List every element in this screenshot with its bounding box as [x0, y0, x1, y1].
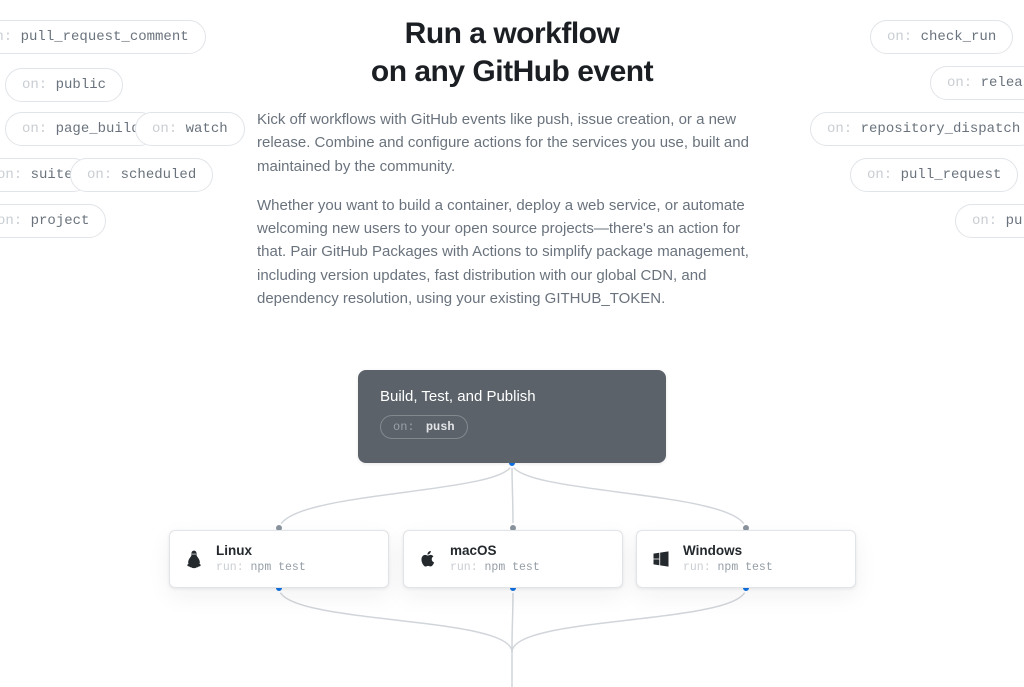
event-pill-kw: on:	[947, 75, 981, 91]
event-pill-label: check_run	[921, 29, 997, 45]
hero-heading: Run a workflow on any GitHub event	[257, 15, 767, 90]
event-pill-repository_dispatch: on: repository_dispatch	[810, 112, 1024, 146]
event-pill-release: on: release	[930, 66, 1024, 100]
workflow-job-windows: Windows run: npm test	[636, 530, 856, 588]
event-pill-kw: on:	[22, 77, 56, 93]
event-pill-kw: on:	[887, 29, 921, 45]
workflow-job-macos: macOS run: npm test	[403, 530, 623, 588]
event-pill-label: pull_r	[1006, 213, 1024, 229]
workflow-root-title: Build, Test, and Publish	[380, 388, 644, 405]
job-cmd: run: npm test	[683, 561, 773, 575]
trigger-event: push	[426, 420, 455, 434]
event-pill-kw: on:	[867, 167, 901, 183]
trigger-kw: on:	[393, 420, 415, 434]
job-cmd: run: npm test	[216, 561, 306, 575]
linux-icon	[184, 549, 204, 569]
event-pill-label: page_build	[56, 121, 140, 137]
event-pill-kw: on:	[0, 213, 31, 229]
workflow-job-linux: Linux run: npm test	[169, 530, 389, 588]
event-pill-kw: on:	[0, 167, 31, 183]
hero-section: Run a workflow on any GitHub event Kick …	[257, 15, 767, 326]
event-pill-label: public	[56, 77, 106, 93]
job-name: Linux	[216, 543, 306, 559]
event-pill-kw: on:	[87, 167, 121, 183]
event-pill-label: scheduled	[121, 167, 197, 183]
event-pill-label: pull_request	[901, 167, 1002, 183]
event-pill-pull_r: on: pull_r	[955, 204, 1024, 238]
event-pill-kw: on:	[0, 29, 21, 45]
windows-icon	[651, 549, 671, 569]
event-pill-kw: on:	[152, 121, 186, 137]
event-pill-label: watch	[186, 121, 228, 137]
event-pill-page_build: on: page_build	[5, 112, 157, 146]
event-pill-check_run: on: check_run	[870, 20, 1013, 54]
event-pill-kw: on:	[22, 121, 56, 137]
event-pill-scheduled: on: scheduled	[70, 158, 213, 192]
hero-para-2: Whether you want to build a container, d…	[257, 194, 767, 310]
workflow-root-card: Build, Test, and Publish on: push	[358, 370, 666, 463]
workflow-trigger-pill: on: push	[380, 415, 468, 439]
event-pill-kw: on:	[827, 121, 861, 137]
job-name: macOS	[450, 543, 540, 559]
hero-heading-line2: on any GitHub event	[371, 55, 653, 88]
event-pill-public: on: public	[5, 68, 123, 102]
hero-heading-line1: Run a workflow	[405, 17, 620, 50]
job-cmd: run: npm test	[450, 561, 540, 575]
hero-para-1: Kick off workflows with GitHub events li…	[257, 108, 767, 178]
event-pill-pull_request: on: pull_request	[850, 158, 1018, 192]
event-pill-kw: on:	[972, 213, 1006, 229]
job-name: Windows	[683, 543, 773, 559]
event-pill-label: project	[31, 213, 90, 229]
event-pill-label: repository_dispatch	[861, 121, 1021, 137]
event-pill-watch: on: watch	[135, 112, 245, 146]
event-pill-label: release	[981, 75, 1024, 91]
event-pill-label: suite	[31, 167, 73, 183]
event-pill-pull_request_comment: on: pull_request_comment	[0, 20, 206, 54]
event-pill-project: on: project	[0, 204, 106, 238]
event-pill-label: pull_request_comment	[21, 29, 189, 45]
apple-icon	[418, 549, 438, 569]
